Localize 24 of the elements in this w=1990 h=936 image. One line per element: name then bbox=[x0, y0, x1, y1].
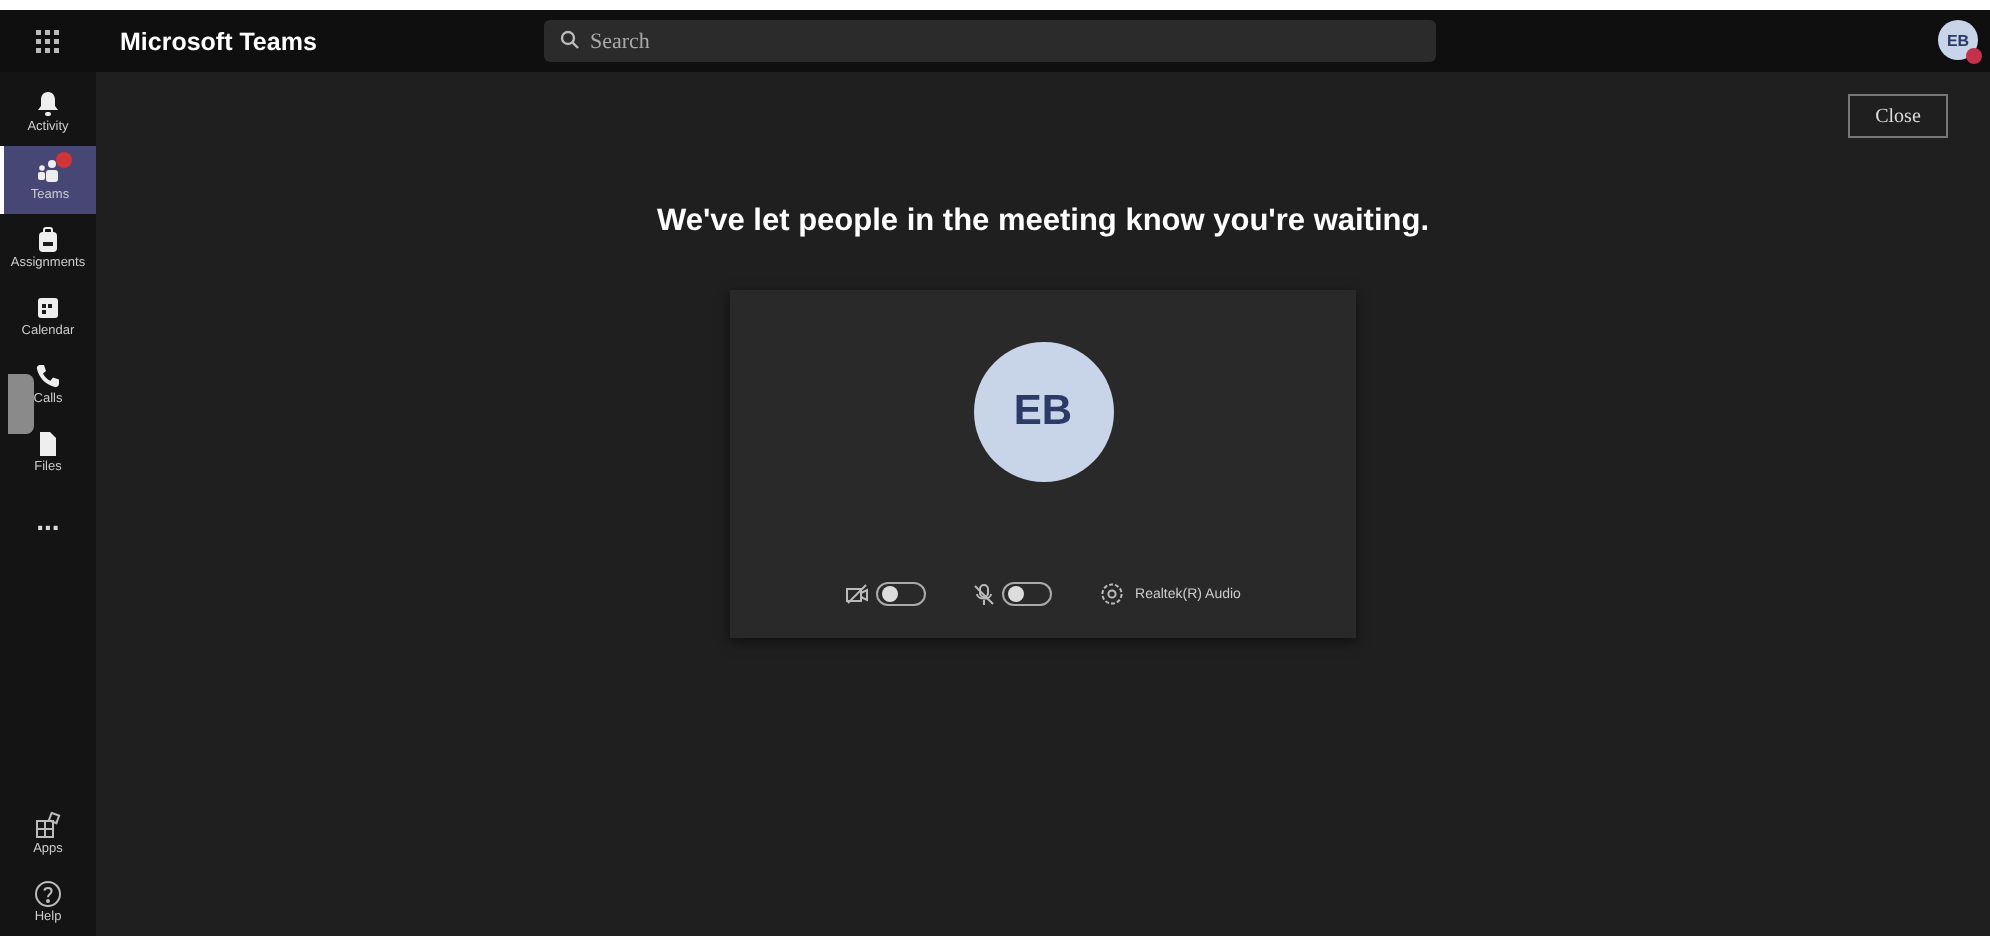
nav-item[interactable]: ... bbox=[0, 486, 96, 554]
settings-icon[interactable] bbox=[1099, 582, 1124, 606]
people-icon bbox=[36, 158, 64, 186]
side-panel-handle[interactable] bbox=[8, 374, 34, 434]
status-dot bbox=[1966, 48, 1982, 64]
microphone-off-icon bbox=[973, 583, 994, 605]
camera-toggle[interactable] bbox=[875, 582, 926, 606]
backpack-icon bbox=[34, 226, 62, 254]
search-icon bbox=[560, 30, 580, 50]
app-launcher-icon[interactable] bbox=[36, 29, 60, 53]
app-title: Microsoft Teams bbox=[120, 27, 319, 55]
bell-icon bbox=[34, 90, 62, 118]
calendar-icon bbox=[34, 294, 62, 322]
close-button[interactable]: Close bbox=[1848, 94, 1948, 138]
camera-off-icon bbox=[845, 584, 868, 604]
waiting-message: We've let people in the meeting know you're waiting. bbox=[656, 204, 1430, 240]
grid-icon bbox=[34, 812, 62, 840]
search-field[interactable]: Search bbox=[544, 20, 1436, 62]
help-icon bbox=[34, 880, 62, 908]
phone-icon bbox=[34, 362, 62, 390]
microphone-toggle[interactable] bbox=[1001, 582, 1052, 606]
file-icon bbox=[34, 430, 62, 458]
user-avatar[interactable]: EB bbox=[1938, 20, 1978, 60]
user-avatar: EB bbox=[973, 342, 1113, 482]
